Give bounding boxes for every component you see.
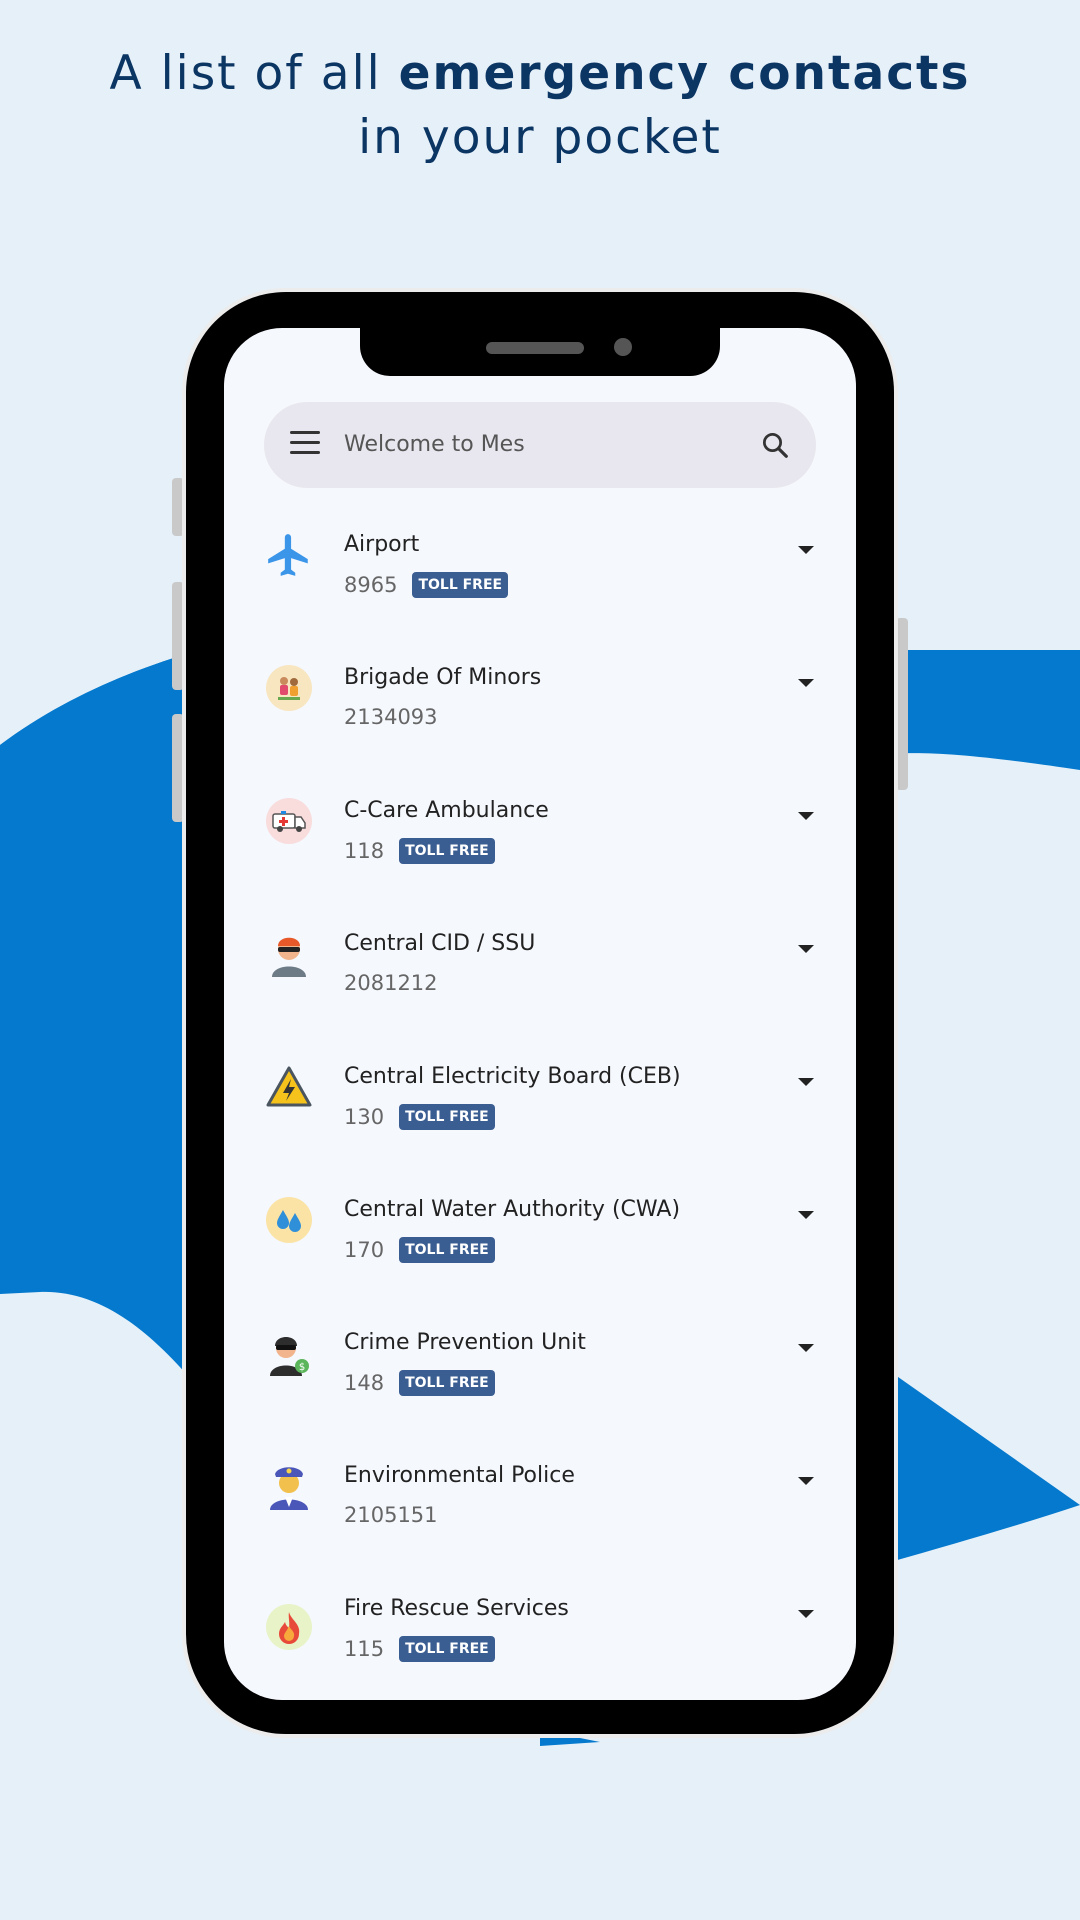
hamburger-menu-icon[interactable] — [290, 431, 320, 459]
water-drops-icon — [264, 1195, 314, 1245]
list-item[interactable]: $ Crime Prevention Unit 148 TOLL FREE — [224, 1306, 856, 1439]
high-voltage-icon — [264, 1062, 314, 1112]
contact-number: 2134093 — [344, 705, 438, 729]
contact-number: 130 — [344, 1105, 385, 1129]
headline-bold: emergency contacts — [398, 46, 971, 101]
toll-free-badge: TOLL FREE — [412, 572, 509, 598]
contact-number: 148 — [344, 1371, 385, 1395]
list-item[interactable]: Central Electricity Board (CEB) 130 TOLL… — [224, 1040, 856, 1173]
contact-number: 8965 — [344, 573, 398, 597]
expand-caret-icon[interactable] — [798, 1610, 814, 1618]
contact-number: 115 — [344, 1637, 385, 1661]
headline-line2: in your pocket — [358, 110, 722, 165]
ambulance-icon — [264, 796, 314, 846]
speaker-grille — [486, 342, 584, 354]
airplane-icon — [264, 530, 314, 580]
contact-name: Fire Rescue Services — [344, 1596, 569, 1621]
contact-number: 2081212 — [344, 971, 438, 995]
list-item[interactable]: Central CID / SSU 2081212 — [224, 907, 856, 1040]
thief-icon: $ — [264, 1328, 314, 1378]
toll-free-badge: TOLL FREE — [399, 838, 495, 864]
contact-number: 2105151 — [344, 1503, 438, 1527]
contact-name: Airport — [344, 532, 420, 557]
list-item[interactable]: Central Water Authority (CWA) 170 TOLL F… — [224, 1173, 856, 1306]
expand-caret-icon[interactable] — [798, 1078, 814, 1086]
headline: A list of all emergency contacts in your… — [0, 42, 1080, 170]
toll-free-badge: TOLL FREE — [399, 1237, 495, 1263]
expand-caret-icon[interactable] — [798, 945, 814, 953]
headline-prefix: A list of all — [109, 46, 399, 101]
expand-caret-icon[interactable] — [798, 1344, 814, 1352]
contact-name: Central CID / SSU — [344, 931, 536, 956]
search-input[interactable]: Welcome to Mes — [344, 402, 525, 488]
contact-name: Environmental Police — [344, 1463, 575, 1488]
fire-icon — [264, 1602, 314, 1652]
contact-name: Brigade Of Minors — [344, 665, 542, 690]
toll-free-badge: TOLL FREE — [399, 1636, 495, 1662]
police-officer-icon — [264, 1461, 314, 1511]
list-item[interactable]: Environmental Police 2105151 — [224, 1439, 856, 1572]
list-item[interactable]: Fire Rescue Services 115 TOLL FREE — [224, 1572, 856, 1700]
list-item[interactable]: Brigade Of Minors 2134093 — [224, 641, 856, 774]
expand-caret-icon[interactable] — [798, 546, 814, 554]
list-item[interactable]: C-Care Ambulance 118 TOLL FREE — [224, 774, 856, 907]
contact-name: Crime Prevention Unit — [344, 1330, 586, 1355]
expand-caret-icon[interactable] — [798, 812, 814, 820]
children-icon — [264, 663, 314, 713]
svg-text:$: $ — [299, 1362, 305, 1373]
phone-notch — [360, 328, 720, 376]
contact-list: Airport 8965 TOLL FREE Brigade Of Minors — [224, 508, 856, 1700]
expand-caret-icon[interactable] — [798, 1477, 814, 1485]
front-camera — [614, 338, 632, 356]
contact-number: 118 — [344, 839, 385, 863]
search-icon[interactable] — [760, 430, 790, 460]
toll-free-badge: TOLL FREE — [399, 1104, 495, 1130]
expand-caret-icon[interactable] — [798, 679, 814, 687]
list-item[interactable]: Airport 8965 TOLL FREE — [224, 508, 856, 641]
contact-number: 170 — [344, 1238, 385, 1262]
contact-name: C-Care Ambulance — [344, 798, 549, 823]
contact-name: Central Water Authority (CWA) — [344, 1197, 681, 1222]
toll-free-badge: TOLL FREE — [399, 1370, 495, 1396]
masked-agent-icon — [264, 929, 314, 979]
expand-caret-icon[interactable] — [798, 1211, 814, 1219]
phone-screen: Welcome to Mes Airport 8965 TOLL FREE Br… — [224, 328, 856, 1700]
contact-name: Central Electricity Board (CEB) — [344, 1064, 681, 1089]
search-bar[interactable]: Welcome to Mes — [264, 402, 816, 488]
